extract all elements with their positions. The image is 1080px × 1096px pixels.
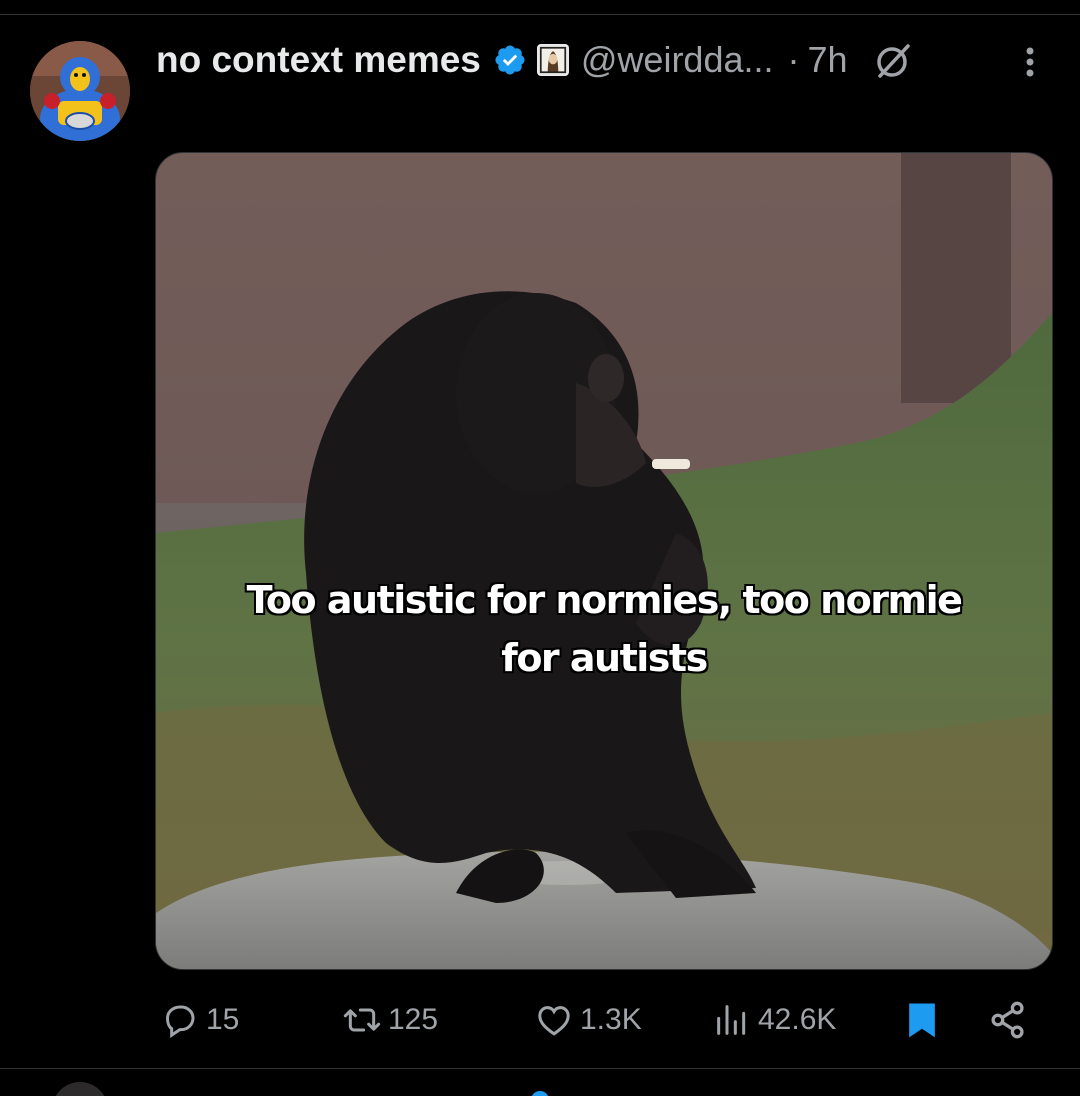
caption-line-2: for autists [501, 636, 708, 680]
bottom-divider [0, 1068, 1080, 1069]
chimpanzee-photo [156, 153, 1052, 969]
media-caption: Too autistic for normies, too normie for… [156, 571, 1052, 687]
caption-line-1: Too autistic for normies, too normie [246, 578, 963, 622]
more-vertical-icon[interactable] [1014, 42, 1046, 82]
avatar-image [30, 41, 130, 141]
views-icon [717, 1005, 746, 1035]
display-name[interactable]: no context memes [156, 39, 481, 81]
action-bar: 15 125 1.3K 42.6K [160, 996, 1040, 1044]
verified-badge-icon [493, 43, 527, 77]
reply-count: 15 [206, 1003, 240, 1036]
grok-icon[interactable] [872, 40, 912, 80]
heart-icon [538, 1006, 570, 1036]
reply-icon [165, 1005, 195, 1038]
separator-dot: · [787, 39, 800, 80]
next-tweet-peek [0, 1080, 1080, 1096]
like-count: 1.3K [580, 1003, 642, 1036]
views-count: 42.6K [758, 1003, 837, 1036]
repost-button[interactable]: 125 [342, 996, 438, 1044]
like-button[interactable]: 1.3K [534, 996, 642, 1044]
repost-icon [343, 1008, 381, 1032]
affiliate-badge-icon[interactable] [536, 44, 569, 76]
bookmark-icon[interactable] [900, 998, 944, 1042]
user-handle[interactable]: @weirdda... [581, 39, 774, 81]
share-icon[interactable] [986, 998, 1030, 1042]
avatar[interactable] [30, 41, 130, 141]
views-button[interactable]: 42.6K [712, 996, 836, 1044]
timestamp[interactable]: 7h [808, 39, 848, 81]
tweet-header: no context memes @weirdda... · 7h [156, 34, 1036, 86]
tweet-media[interactable]: Too autistic for normies, too normie for… [155, 152, 1053, 970]
reply-button[interactable]: 15 [160, 996, 239, 1044]
top-divider [0, 14, 1080, 15]
repost-count: 125 [388, 1003, 439, 1036]
